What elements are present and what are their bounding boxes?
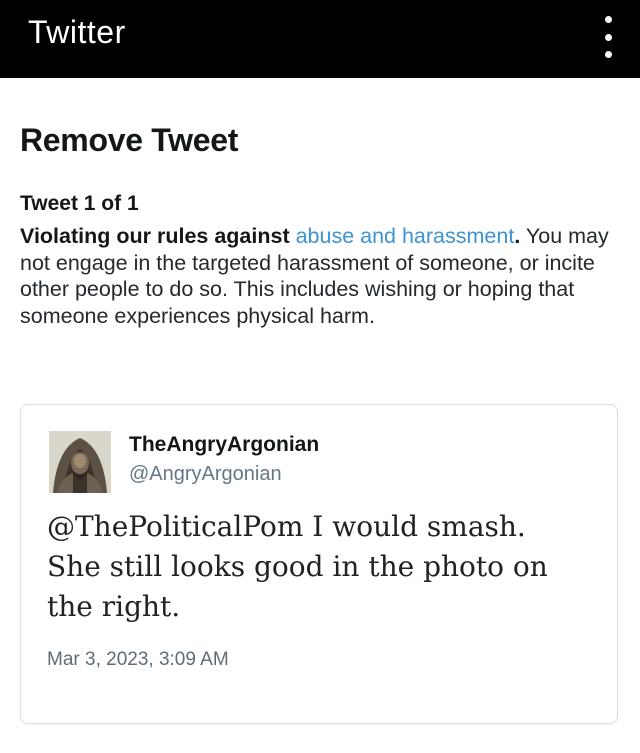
abuse-harassment-link[interactable]: abuse and harassment xyxy=(296,224,515,248)
violation-notice: Violating our rules against abuse and ha… xyxy=(20,223,620,329)
violation-heading: Violating our rules against abuse and ha… xyxy=(20,224,520,248)
tweet-counter: Tweet 1 of 1 xyxy=(20,192,139,215)
tweet-card: TheAngryArgonian @AngryArgonian @ThePoli… xyxy=(20,404,618,724)
page-title: Remove Tweet xyxy=(20,122,239,158)
menu-dot xyxy=(604,33,612,41)
more-vertical-icon[interactable] xyxy=(596,16,620,58)
avatar[interactable] xyxy=(49,431,111,493)
violation-heading-prefix: Violating our rules against xyxy=(20,224,296,248)
user-handle: @AngryArgonian xyxy=(129,463,282,485)
app-title: Twitter xyxy=(28,14,126,50)
display-name[interactable]: TheAngryArgonian xyxy=(129,433,319,457)
menu-dot xyxy=(604,16,612,23)
hooded-figure-avatar xyxy=(49,431,111,493)
app-bar: Twitter xyxy=(0,0,640,78)
violation-heading-suffix: . xyxy=(514,224,521,248)
tweet-timestamp[interactable]: Mar 3, 2023, 3:09 AM xyxy=(47,649,229,671)
menu-dot xyxy=(604,51,612,58)
tweet-text: @ThePoliticalPom I would smash. She stil… xyxy=(47,510,548,623)
